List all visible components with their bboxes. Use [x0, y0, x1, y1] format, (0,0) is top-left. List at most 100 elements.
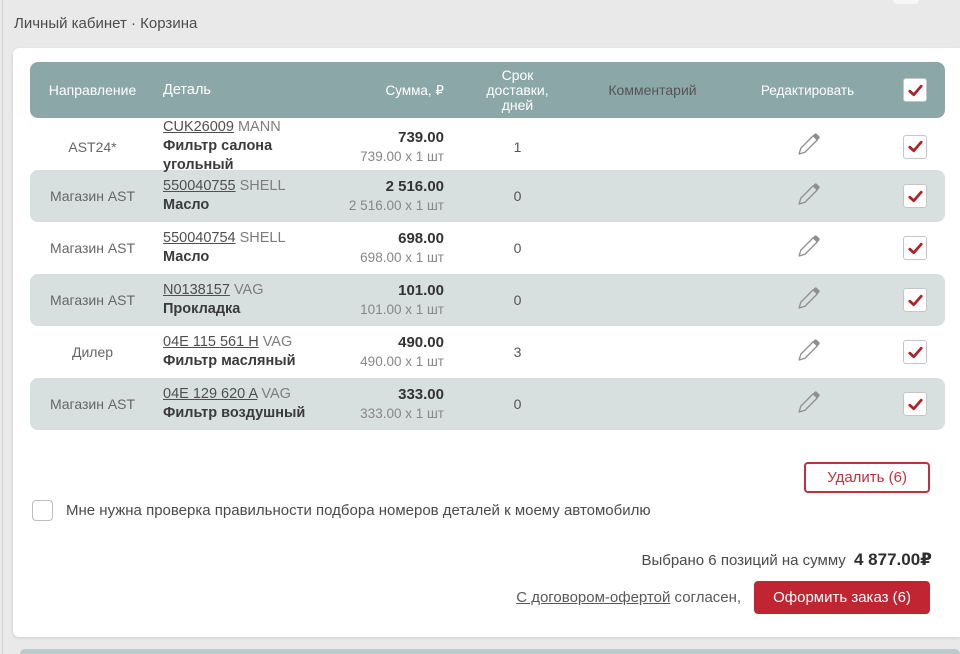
selection-summary: Выбрано 6 позиций на сумму 4 877.00₽: [641, 550, 932, 570]
row-checkbox[interactable]: [903, 184, 927, 208]
table-row: AST24* CUK26009 MANN Фильтр салона уголь…: [30, 118, 945, 173]
sum-detail: 698.00 x 1 шт: [360, 250, 444, 265]
row-part: 04E 129 620 A VAG Фильтр воздушный: [155, 385, 345, 423]
row-part: CUK26009 MANN Фильтр салона угольный: [155, 118, 345, 175]
edit-row-button[interactable]: [795, 181, 821, 207]
row-delivery-days: 0: [513, 188, 522, 204]
part-brand: SHELL: [239, 178, 286, 194]
table-header-row: Направление Деталь Сумма, ₽ Срок доставк…: [30, 62, 945, 118]
part-number-link[interactable]: 04E 115 561 H: [163, 334, 259, 350]
edit-row-button[interactable]: [795, 285, 821, 311]
table-row: Магазин AST N0138157 VAG Прокладка 101.0…: [30, 274, 945, 326]
row-part: 550040754 SHELL Масло: [155, 229, 345, 267]
edit-row-button[interactable]: [795, 131, 821, 157]
edit-row-button[interactable]: [795, 337, 821, 363]
sum-detail: 101.00 x 1 шт: [360, 302, 444, 317]
sum-value: 739.00: [398, 128, 444, 146]
part-name: Прокладка: [163, 301, 241, 317]
red-check-icon: [907, 140, 923, 153]
offer-text: С договором-офертой согласен,: [516, 589, 741, 606]
table-row: Магазин AST 550040755 SHELL Масло 2 516.…: [30, 170, 945, 222]
part-number-link[interactable]: N0138157: [163, 282, 230, 298]
part-number-link[interactable]: 04E 129 620 A: [163, 386, 257, 402]
row-direction: Магазин AST: [49, 396, 136, 412]
part-number-link[interactable]: 550040755: [163, 178, 236, 194]
sum-value: 490.00: [398, 334, 444, 351]
row-delivery-days: 1: [513, 138, 522, 155]
part-brand: VAG: [261, 386, 291, 402]
select-all-checkbox[interactable]: [903, 78, 927, 102]
row-checkbox[interactable]: [903, 340, 927, 364]
row-checkbox[interactable]: [903, 392, 927, 416]
row-sum: 333.00 333.00 x 1 шт: [345, 385, 460, 423]
pencil-icon: [797, 286, 820, 309]
pencil-icon: [797, 390, 820, 413]
scrolled-element-edge: [893, 0, 919, 4]
row-delivery-days: 0: [513, 240, 522, 256]
delete-selected-button[interactable]: Удалить (6): [804, 462, 930, 493]
part-number-link[interactable]: 550040754: [163, 230, 236, 246]
table-row: Магазин AST 550040754 SHELL Масло 698.00…: [30, 222, 945, 274]
fitment-check-row: Мне нужна проверка правильности подбора …: [32, 500, 651, 521]
part-name: Масло: [163, 197, 210, 213]
breadcrumb[interactable]: Личный кабинет · Корзина: [14, 15, 197, 32]
edit-row-button[interactable]: [795, 233, 821, 259]
pencil-icon: [797, 338, 820, 361]
row-part: N0138157 VAG Прокладка: [155, 281, 345, 319]
part-brand: SHELL: [239, 230, 286, 246]
row-direction: AST24*: [68, 138, 117, 155]
red-check-icon: [907, 190, 923, 202]
row-checkbox[interactable]: [903, 134, 927, 159]
red-check-icon: [907, 294, 923, 306]
sum-value: 2 516.00: [385, 178, 444, 195]
sum-value: 698.00: [398, 230, 444, 247]
sum-detail: 333.00 x 1 шт: [360, 406, 444, 421]
fitment-check-checkbox[interactable]: [32, 500, 53, 521]
row-delivery-days: 0: [513, 292, 522, 308]
pencil-icon: [797, 182, 820, 205]
offer-contract-link[interactable]: С договором-офертой: [516, 589, 670, 606]
part-brand: VAG: [233, 282, 264, 298]
row-sum: 2 516.00 2 516.00 x 1 шт: [345, 177, 460, 215]
part-brand: VAG: [262, 334, 293, 350]
part-name: Фильтр салона угольный: [163, 138, 273, 173]
row-part: 04E 115 561 H VAG Фильтр масляный: [155, 333, 345, 371]
checkout-button[interactable]: Оформить заказ (6): [754, 581, 930, 614]
sum-value: 333.00: [398, 386, 444, 403]
red-check-icon: [907, 398, 923, 410]
part-brand: MANN: [237, 119, 281, 135]
cart-card: Направление Деталь Сумма, ₽ Срок доставк…: [13, 48, 960, 637]
panel-edge-divider: [2, 0, 3, 654]
row-delivery-days: 3: [513, 344, 522, 360]
sum-detail: 2 516.00 x 1 шт: [348, 198, 444, 213]
header-sum: Сумма, ₽: [385, 82, 444, 98]
table-row: Дилер 04E 115 561 H VAG Фильтр масляный …: [30, 326, 945, 378]
row-sum: 698.00 698.00 x 1 шт: [345, 229, 460, 267]
row-part: 550040755 SHELL Масло: [155, 177, 345, 215]
row-sum: 739.00 739.00 x 1 шт: [345, 128, 460, 166]
header-comment: Комментарий: [608, 82, 697, 98]
table-body: AST24* CUK26009 MANN Фильтр салона уголь…: [30, 118, 945, 430]
red-check-icon: [907, 84, 923, 96]
row-sum: 101.00 101.00 x 1 шт: [345, 281, 460, 319]
offer-suffix: согласен,: [674, 589, 742, 606]
row-direction: Магазин AST: [49, 188, 136, 204]
row-delivery-days: 0: [513, 396, 522, 412]
fitment-check-label[interactable]: Мне нужна проверка правильности подбора …: [66, 502, 651, 519]
row-checkbox[interactable]: [903, 236, 927, 260]
header-edit: Редактировать: [760, 82, 855, 98]
red-check-icon: [907, 242, 923, 254]
cart-table: Направление Деталь Сумма, ₽ Срок доставк…: [30, 62, 945, 430]
offer-agreement-row: С договором-офертой согласен, Оформить з…: [516, 581, 930, 614]
part-name: Фильтр воздушный: [163, 405, 306, 421]
next-section-header-edge: [20, 649, 960, 654]
row-direction: Магазин AST: [49, 292, 136, 308]
part-name: Фильтр масляный: [163, 353, 296, 369]
edit-row-button[interactable]: [795, 389, 821, 415]
header-part: Деталь: [163, 81, 211, 98]
red-check-icon: [907, 346, 923, 358]
part-number-link[interactable]: CUK26009: [163, 119, 234, 135]
pencil-icon: [797, 133, 820, 155]
header-delivery: Срок доставки, дней: [486, 66, 549, 113]
row-checkbox[interactable]: [903, 288, 927, 312]
